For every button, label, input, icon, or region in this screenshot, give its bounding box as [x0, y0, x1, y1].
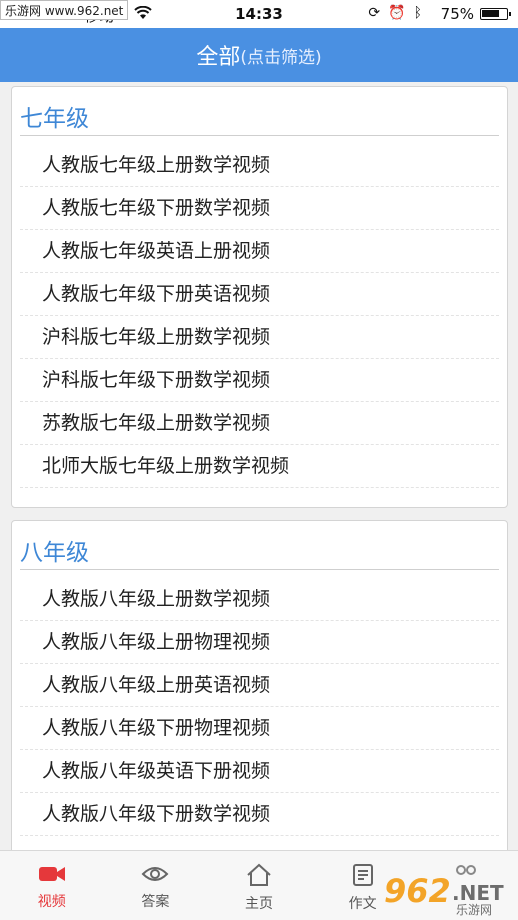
tab-video[interactable]: 视频 — [0, 851, 104, 920]
svg-text:962: 962 — [384, 872, 451, 910]
section-title: 八年级 — [20, 533, 499, 570]
battery-icon — [480, 8, 511, 20]
tab-label: 视频 — [37, 894, 66, 910]
watermark: 乐游网 www.962.net — [0, 0, 129, 20]
list-item[interactable]: 人教版八年级上册英语视频 — [20, 664, 499, 707]
video-camera-icon — [38, 867, 65, 881]
list-item[interactable]: 人教版八年级上册数学视频 — [20, 578, 499, 621]
header-title[interactable]: 全部 — [196, 39, 240, 71]
list-item[interactable]: 沪科版七年级下册数学视频 — [20, 359, 499, 402]
list-item[interactable]: 苏教版七年级上册数学视频 — [20, 402, 499, 445]
tab-answers[interactable]: 答案 — [104, 851, 208, 920]
document-icon — [352, 864, 373, 886]
list-item[interactable]: 人教版七年级下册数学视频 — [20, 187, 499, 230]
battery-percent: 75% — [440, 5, 474, 23]
tab-home[interactable]: 主页 — [207, 851, 311, 920]
list-item[interactable]: 人教版七年级英语上册视频 — [20, 230, 499, 273]
svg-text:.NET: .NET — [452, 881, 504, 905]
section-title: 七年级 — [20, 99, 499, 136]
alarm-icon: ⏰ — [388, 5, 406, 21]
list-item[interactable]: 北师大版七年级上册数学视频 — [20, 445, 499, 488]
rotation-lock-icon: ⟳ — [368, 5, 381, 21]
tab-label: 主页 — [244, 896, 273, 912]
grade-section-7: 七年级 人教版七年级上册数学视频 人教版七年级下册数学视频 人教版七年级英语上册视频… — [11, 86, 508, 508]
tab-label: 作文 — [348, 896, 377, 912]
eye-icon — [141, 867, 169, 881]
tab-label: 答案 — [141, 894, 170, 910]
filter-header[interactable]: 全部 (点击筛选) — [0, 28, 518, 82]
site-logo: 962 .NET 乐游网 — [384, 872, 504, 916]
list-item[interactable]: 人教版八年级下册物理视频 — [20, 707, 499, 750]
list-item[interactable]: 人教版七年级上册数学视频 — [20, 144, 499, 187]
status-bar: 乐游网 www.962.net 移动 14:33 ⟳ ⏰ ᛒ 75% — [0, 0, 518, 28]
header-filter-hint[interactable]: (点击筛选) — [240, 43, 321, 68]
home-icon — [247, 863, 271, 886]
bluetooth-icon: ᛒ — [413, 5, 422, 21]
list-item[interactable]: 人教版八年级英语下册视频 — [20, 750, 499, 793]
svg-text:乐游网: 乐游网 — [456, 903, 492, 916]
list-item[interactable]: 沪科版七年级上册数学视频 — [20, 316, 499, 359]
grade-section-8: 八年级 人教版八年级上册数学视频 人教版八年级上册物理视频 人教版八年级上册英语视频… — [11, 520, 508, 880]
list-item[interactable]: 人教版八年级上册物理视频 — [20, 621, 499, 664]
list-item[interactable]: 人教版七年级下册英语视频 — [20, 273, 499, 316]
list-item[interactable]: 人教版八年级下册数学视频 — [20, 793, 499, 836]
